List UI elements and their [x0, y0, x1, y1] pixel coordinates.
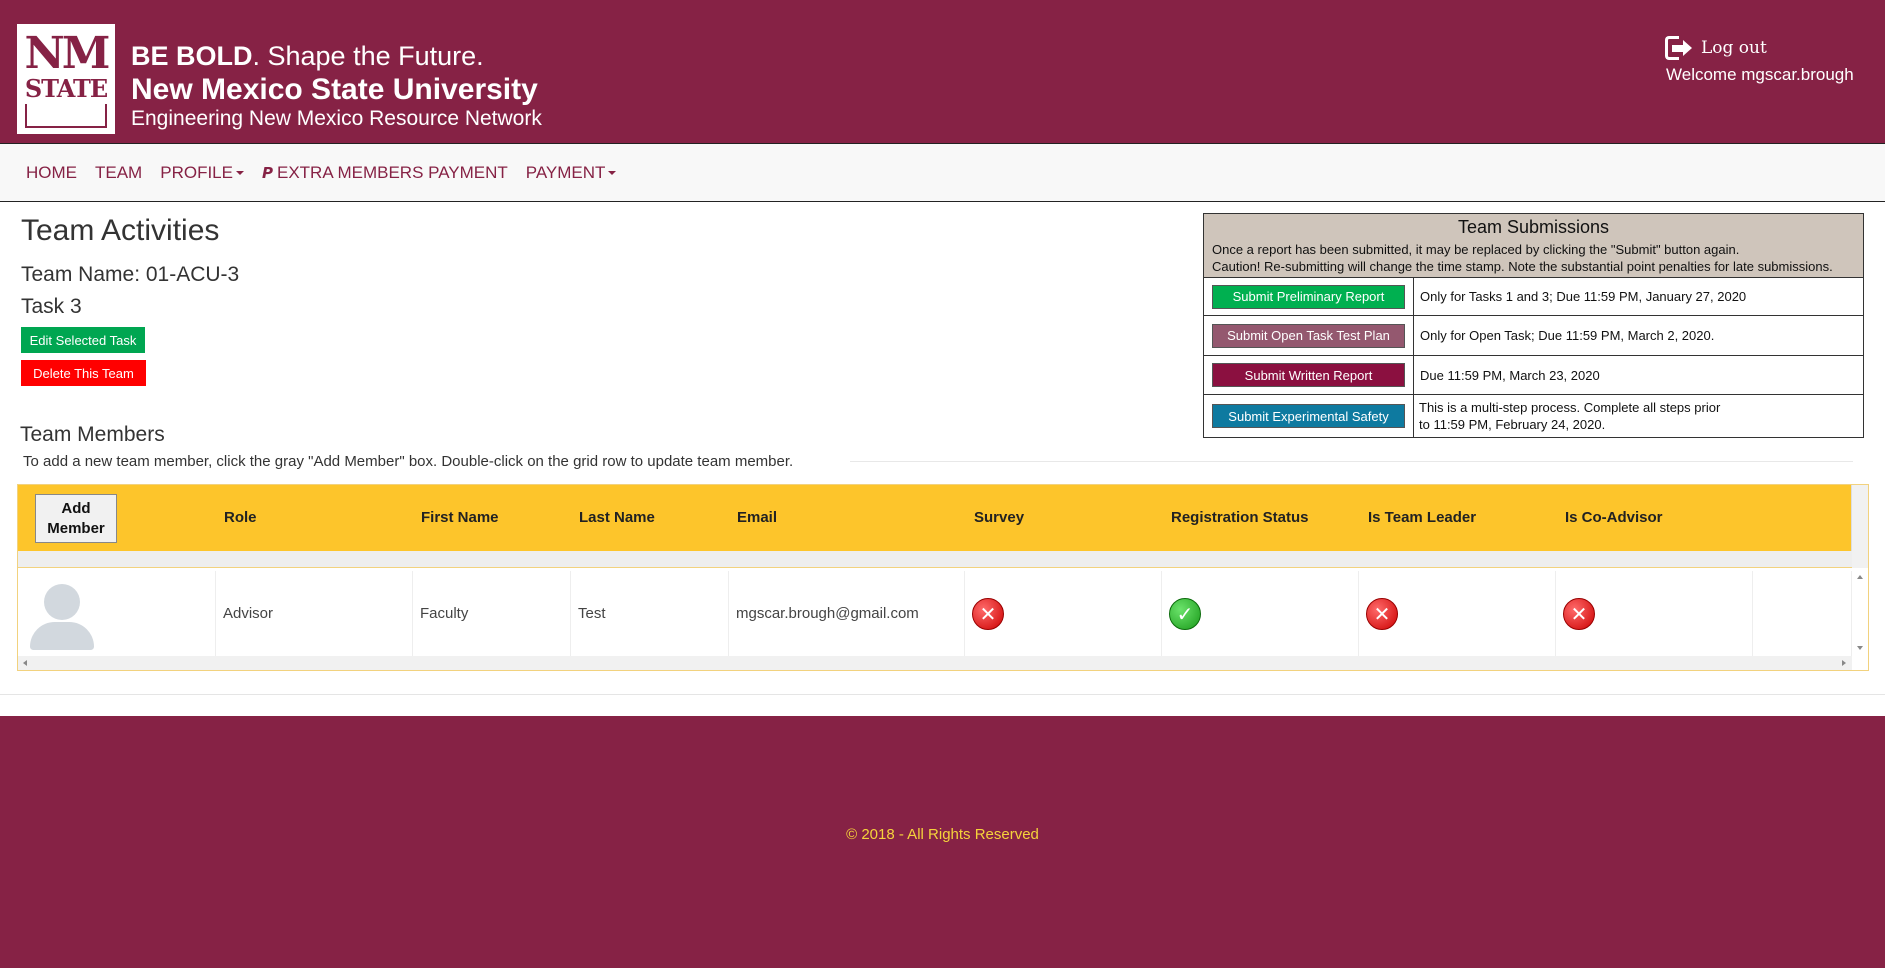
submission-row: Submit Written Report Due 11:59 PM, Marc… — [1204, 356, 1863, 395]
copyright-text: © 2018 - All Rights Reserved — [846, 826, 1039, 843]
brand-bold: BE BOLD — [131, 41, 253, 71]
logout-label: Log out — [1701, 38, 1767, 58]
vertical-scrollbar[interactable] — [1851, 571, 1868, 656]
edit-selected-task-button[interactable]: Edit Selected Task — [21, 327, 145, 353]
col-header-email[interactable]: Email — [737, 509, 777, 526]
member-first-name: Faculty — [413, 571, 571, 656]
nav-team[interactable]: TEAM — [95, 163, 142, 183]
col-header-registration-status[interactable]: Registration Status — [1171, 509, 1309, 526]
x-icon: ✕ — [972, 597, 1004, 630]
add-member-button[interactable]: Add Member — [35, 494, 117, 543]
team-members-title: Team Members — [20, 423, 165, 446]
member-last-name: Test — [571, 571, 729, 656]
grid-filter-row — [18, 551, 1852, 568]
member-role: Advisor — [216, 571, 413, 656]
add-member-line2: Member — [47, 519, 105, 537]
site-footer: © 2018 - All Rights Reserved — [0, 716, 1885, 968]
submission-desc: Due 11:59 PM, March 23, 2020 — [1420, 367, 1600, 383]
submissions-header: Team Submissions Once a report has been … — [1204, 214, 1863, 278]
caret-down-icon — [608, 170, 617, 175]
submissions-note: Once a report has been submitted, it may… — [1212, 242, 1740, 257]
welcome-text: Welcome mgscar.brough — [1666, 65, 1854, 84]
nav-team-label: TEAM — [95, 162, 143, 182]
nav-extra-members-payment[interactable]: P EXTRA MEMBERS PAYMENT — [262, 163, 508, 183]
main-navbar: HOME TEAM PROFILE P EXTRA MEMBERS PAYMENT… — [0, 143, 1885, 202]
submissions-title: Team Submissions — [1457, 217, 1610, 237]
nav-profile-label: PROFILE — [160, 162, 233, 182]
member-registration-cell: ✓ — [1162, 571, 1359, 656]
check-icon: ✓ — [1169, 597, 1201, 630]
submit-written-report-button[interactable]: Submit Written Report — [1212, 363, 1405, 387]
delete-team-button[interactable]: Delete This Team — [21, 360, 146, 386]
col-header-is-co-advisor[interactable]: Is Co-Advisor — [1565, 509, 1663, 526]
nav-extra-members-label: EXTRA MEMBERS PAYMENT — [276, 162, 508, 182]
add-member-line1: Add — [61, 499, 91, 517]
team-members-grid: Add Member Role First Name Last Name Emai… — [17, 484, 1869, 671]
university-name: New Mexico State University — [131, 73, 538, 106]
member-survey-cell: ✕ — [965, 571, 1162, 656]
brand-tagline: BE BOLD. Shape the Future. — [131, 40, 484, 72]
logout-link[interactable]: Log out — [1665, 36, 1767, 60]
submission-button-cell: Submit Written Report — [1204, 356, 1414, 394]
brand-rest: . Shape the Future. — [252, 41, 484, 71]
scroll-up-icon[interactable] — [1857, 575, 1863, 579]
scroll-down-icon[interactable] — [1857, 646, 1863, 650]
member-co-advisor-cell: ✕ — [1556, 571, 1753, 656]
paypal-icon: P — [261, 163, 273, 182]
team-name: Team Name: 01-ACU-3 — [21, 263, 240, 286]
submit-experimental-safety-button[interactable]: Submit Experimental Safety — [1212, 404, 1405, 428]
nav-payment-label: PAYMENT — [525, 162, 606, 182]
submission-button-cell: Submit Experimental Safety — [1204, 395, 1414, 437]
submission-row: Submit Open Task Test Plan Only for Open… — [1204, 316, 1863, 356]
col-header-last-name[interactable]: Last Name — [579, 509, 655, 526]
horizontal-scrollbar[interactable] — [18, 656, 1852, 670]
avatar — [30, 584, 94, 650]
nav-profile-dropdown[interactable]: PROFILE — [160, 163, 244, 183]
col-header-is-team-leader[interactable]: Is Team Leader — [1368, 509, 1476, 526]
site-header: NM STATE BE BOLD. Shape the Future. New … — [0, 0, 1885, 143]
member-team-leader-cell: ✕ — [1359, 571, 1556, 656]
logout-icon — [1665, 36, 1692, 60]
divider — [0, 694, 1885, 695]
nav-home[interactable]: HOME — [26, 163, 77, 183]
submission-desc: This is a multi-step process. Complete a… — [1414, 395, 1863, 437]
submission-row: Submit Preliminary Report Only for Tasks… — [1204, 278, 1863, 316]
nmsu-logo[interactable]: NM STATE — [17, 24, 115, 134]
page-title: Team Activities — [21, 214, 220, 247]
col-header-survey[interactable]: Survey — [974, 509, 1024, 526]
x-icon: ✕ — [1366, 597, 1398, 630]
team-submissions-panel: Team Submissions Once a report has been … — [1203, 213, 1864, 438]
member-photo-cell — [18, 571, 216, 656]
x-icon: ✕ — [1563, 597, 1595, 630]
caret-down-icon — [235, 170, 244, 175]
team-members-help: To add a new team member, click the gray… — [23, 453, 794, 470]
submission-desc: Only for Tasks 1 and 3; Due 11:59 PM, Ja… — [1420, 289, 1747, 304]
submission-desc-line2: to 11:59 PM, February 24, 2020. — [1419, 417, 1606, 432]
submission-desc-line1: This is a multi-step process. Complete a… — [1419, 400, 1721, 415]
nav-payment-dropdown[interactable]: PAYMENT — [526, 163, 617, 183]
nm-state-outline-icon — [25, 104, 107, 128]
submission-button-cell: Submit Open Task Test Plan — [1204, 316, 1414, 355]
header-scroll-gutter — [1851, 485, 1868, 568]
submission-row: Submit Experimental Safety This is a mul… — [1204, 395, 1863, 437]
col-header-role[interactable]: Role — [224, 509, 257, 526]
submission-desc: Only for Open Task; Due 11:59 PM, March … — [1420, 328, 1715, 343]
table-row[interactable]: Advisor Faculty Test mgscar.brough@gmail… — [18, 571, 1852, 656]
col-header-first-name[interactable]: First Name — [421, 509, 499, 526]
divider — [850, 461, 1853, 462]
nav-home-label: HOME — [26, 162, 77, 182]
task-label: Task 3 — [21, 295, 82, 318]
logo-state-text: STATE — [24, 74, 108, 103]
submission-button-cell: Submit Preliminary Report — [1204, 278, 1414, 315]
submissions-caution: Caution! Re-submitting will change the t… — [1212, 259, 1833, 274]
add-member-label: Add Member — [47, 499, 105, 539]
submit-preliminary-report-button[interactable]: Submit Preliminary Report — [1212, 284, 1405, 309]
network-name: Engineering New Mexico Resource Network — [131, 107, 542, 130]
logo-nm-text: NM — [24, 28, 111, 79]
grid-header: Add Member Role First Name Last Name Emai… — [18, 485, 1852, 551]
submit-open-task-test-plan-button[interactable]: Submit Open Task Test Plan — [1212, 323, 1405, 348]
scroll-right-icon[interactable] — [1842, 660, 1846, 666]
member-email: mgscar.brough@gmail.com — [729, 571, 965, 656]
scroll-left-icon[interactable] — [23, 660, 27, 666]
